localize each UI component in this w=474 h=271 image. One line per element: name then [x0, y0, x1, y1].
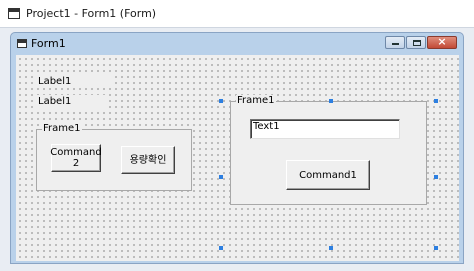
minimize-button[interactable] — [385, 36, 405, 49]
designer-window-title: Project1 - Form1 (Form) — [26, 7, 157, 20]
capacity-check-button[interactable]: 용량확인 — [121, 146, 175, 174]
maximize-icon — [413, 40, 421, 46]
label1-bottom[interactable]: Label1 — [36, 95, 106, 108]
form-designer-canvas: Form1 × Label1 Label1 Frame1 Command 2 용… — [0, 28, 474, 271]
form1-window[interactable]: Form1 × Label1 Label1 Frame1 Command 2 용… — [10, 32, 464, 264]
form1-title: Form1 — [31, 36, 66, 50]
selection-handle[interactable] — [219, 99, 223, 103]
selection-handle[interactable] — [329, 246, 333, 250]
window-icon — [8, 8, 20, 19]
command2-button[interactable]: Command 2 — [50, 144, 102, 172]
selection-handle[interactable] — [219, 175, 223, 179]
selection-handle[interactable] — [434, 99, 438, 103]
selection-handle[interactable] — [219, 246, 223, 250]
command1-button[interactable]: Command1 — [286, 160, 370, 190]
maximize-button[interactable] — [406, 36, 426, 49]
selection-handle[interactable] — [329, 99, 333, 103]
designer-window-title-bar: Project1 - Form1 (Form) — [0, 0, 474, 28]
caption-buttons: × — [385, 35, 457, 49]
frame1-left[interactable]: Frame1 Command 2 용량확인 — [36, 123, 192, 191]
frame1-right[interactable]: Frame1 Text1 Command1 — [230, 95, 427, 205]
text1-textbox[interactable]: Text1 — [250, 119, 400, 139]
close-icon: × — [437, 35, 447, 48]
form1-client-area[interactable]: Label1 Label1 Frame1 Command 2 용량확인 Fram… — [16, 55, 459, 261]
frame1-right-caption: Frame1 — [236, 95, 276, 106]
frame1-left-caption: Frame1 — [42, 123, 82, 134]
form-window-icon — [17, 38, 27, 48]
close-button[interactable]: × — [427, 35, 457, 49]
minimize-icon — [392, 43, 399, 45]
selection-handle[interactable] — [434, 175, 438, 179]
label1-top[interactable]: Label1 — [36, 75, 114, 88]
selection-handle[interactable] — [434, 246, 438, 250]
